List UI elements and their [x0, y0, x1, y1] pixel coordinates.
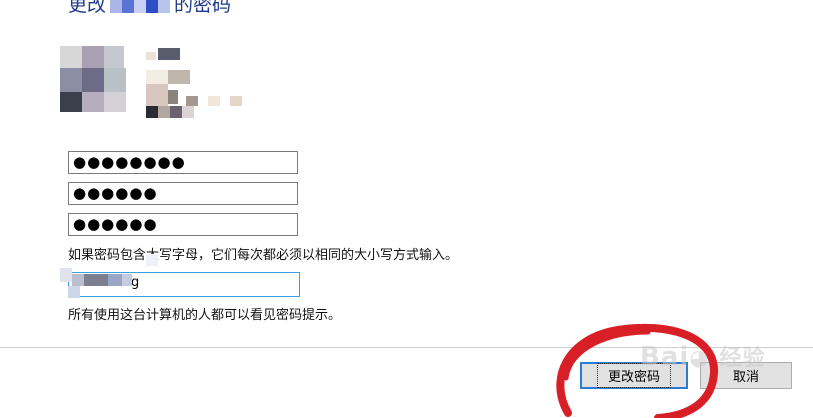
dialog-title-suffix: 的密码 [174, 0, 232, 16]
confirm-password-input[interactable]: ●●●●●● [68, 213, 298, 236]
dialog-title-prefix: 更改 [68, 0, 107, 16]
password-hint-redacted [60, 254, 180, 300]
case-sensitivity-notice: 如果密码包含大写字母，它们每次都必须以相同的大小写方式输入。 [68, 248, 459, 263]
current-password-input[interactable]: ●●●●●●●● [68, 151, 298, 174]
dialog-title: 更改 的密码 [68, 0, 231, 17]
user-avatar-redacted [60, 46, 250, 120]
hint-visibility-notice: 所有使用这台计算机的人都可以看见密码提示。 [68, 308, 342, 323]
redacted-username [110, 0, 171, 13]
baidu-watermark: Bai◕ 经验 [640, 342, 766, 372]
new-password-input[interactable]: ●●●●●● [68, 182, 298, 205]
